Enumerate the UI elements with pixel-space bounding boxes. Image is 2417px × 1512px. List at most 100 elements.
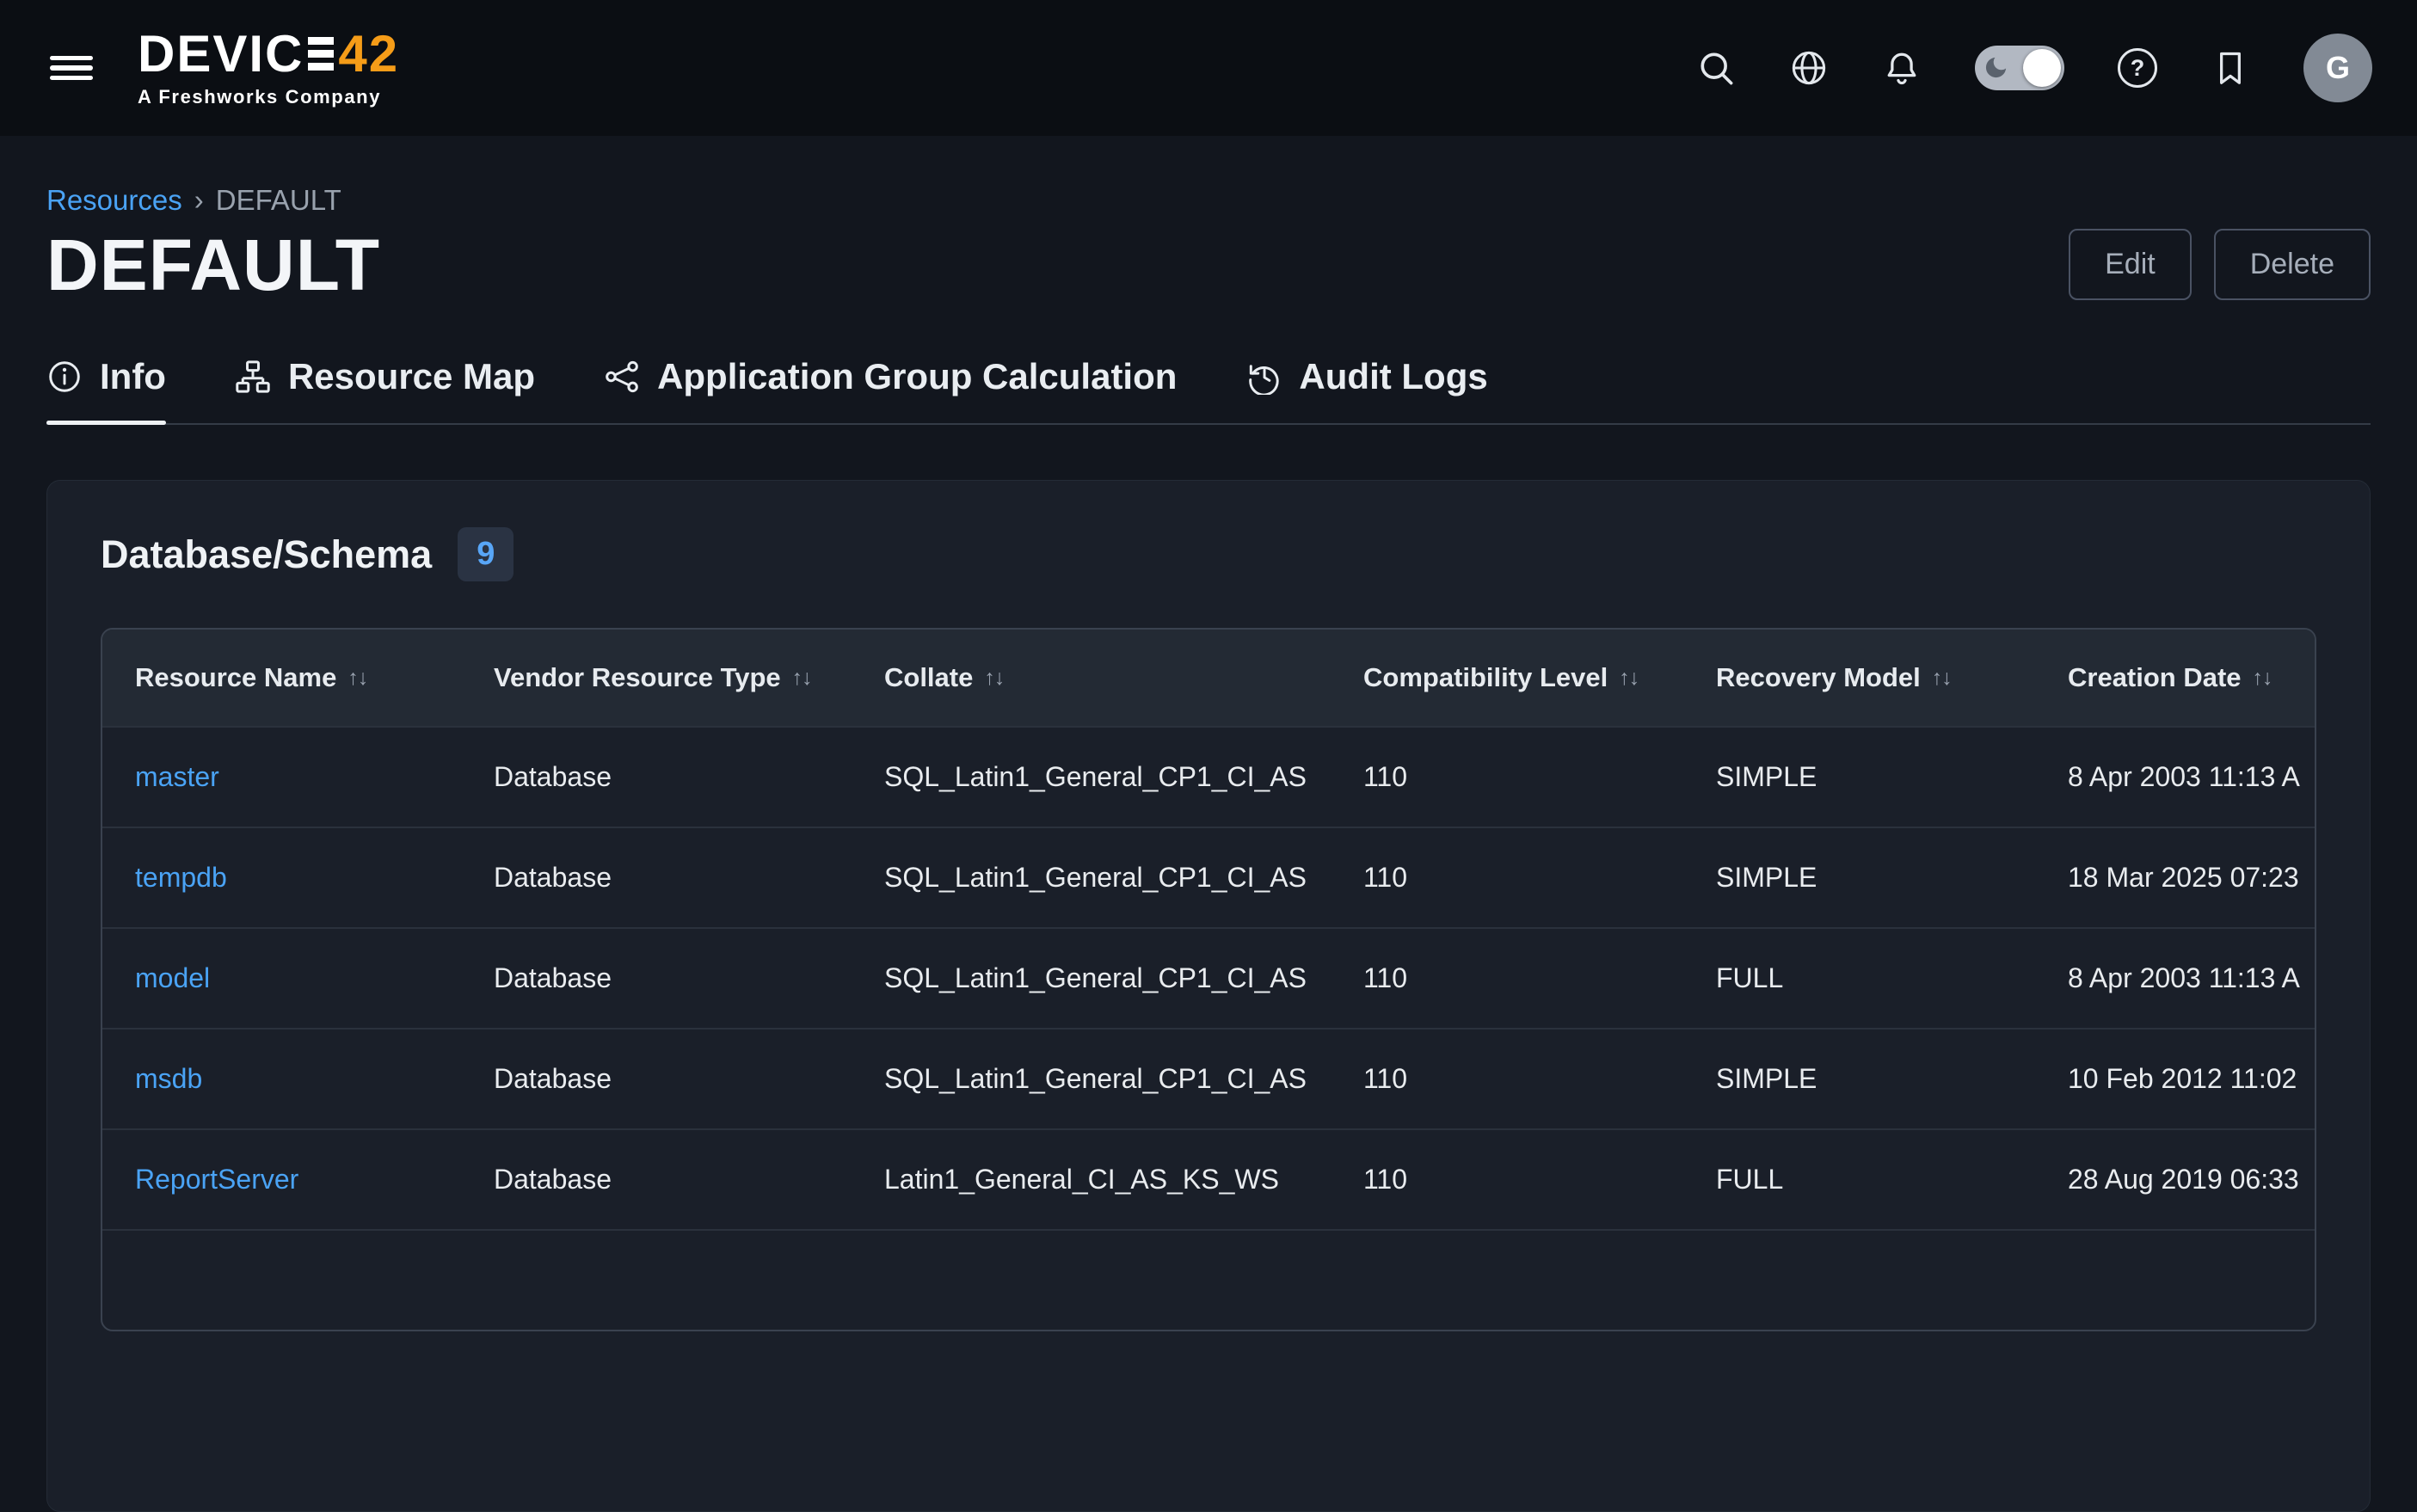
delete-button[interactable]: Delete bbox=[2214, 229, 2371, 300]
cell-compatibility-level: 110 bbox=[1363, 1063, 1716, 1095]
notifications-button[interactable] bbox=[1882, 48, 1922, 88]
cell-vendor-resource-type: Database bbox=[494, 1164, 884, 1195]
column-header-creation-date[interactable]: Creation Date ↑↓ bbox=[2068, 662, 2316, 693]
logo-e-bars-icon bbox=[308, 37, 334, 71]
cell-compatibility-level: 110 bbox=[1363, 1164, 1716, 1195]
edit-button[interactable]: Edit bbox=[2069, 229, 2192, 300]
column-header-resource-name[interactable]: Resource Name ↑↓ bbox=[102, 662, 494, 693]
sort-icon[interactable]: ↑↓ bbox=[984, 666, 1004, 691]
cell-resource-name: msdb bbox=[102, 1063, 494, 1095]
tab-audit-logs[interactable]: Audit Logs bbox=[1245, 356, 1487, 423]
cell-collate: Latin1_General_CI_AS_KS_WS bbox=[884, 1164, 1363, 1195]
resource-name-link[interactable]: master bbox=[135, 761, 219, 792]
device42-resource-page: { "colors": { "accent_orange": "#F59C18"… bbox=[0, 0, 2417, 1290]
question-mark-icon: ? bbox=[2131, 55, 2145, 82]
column-header-label: Vendor Resource Type bbox=[494, 662, 781, 693]
database-schema-card: Database/Schema 9 Resource Name ↑↓ Vendo… bbox=[46, 480, 2371, 1512]
column-header-label: Recovery Model bbox=[1716, 662, 1921, 693]
column-header-compatibility-level[interactable]: Compatibility Level ↑↓ bbox=[1363, 662, 1716, 693]
tab-application-group-calculation[interactable]: Application Group Calculation bbox=[604, 356, 1177, 423]
resource-name-link[interactable]: ReportServer bbox=[135, 1164, 298, 1195]
tab-application-group-calculation-label: Application Group Calculation bbox=[657, 356, 1177, 397]
bookmark-icon bbox=[2211, 48, 2250, 88]
table-container: Resource Name ↑↓ Vendor Resource Type ↑↓… bbox=[101, 628, 2316, 1331]
count-badge: 9 bbox=[458, 527, 514, 581]
bell-icon bbox=[1882, 48, 1922, 88]
breadcrumb-separator: › bbox=[194, 184, 204, 217]
navbar-right: ? G bbox=[1696, 34, 2372, 102]
navbar-left: DEVIC 42 A Freshworks Company bbox=[45, 28, 399, 108]
cell-creation-date: 28 Aug 2019 06:33 bbox=[2068, 1164, 2316, 1195]
cell-recovery-model: FULL bbox=[1716, 962, 2068, 994]
column-header-label: Creation Date bbox=[2068, 662, 2242, 693]
column-header-collate[interactable]: Collate ↑↓ bbox=[884, 662, 1363, 693]
tab-info[interactable]: Info bbox=[46, 356, 166, 423]
cell-recovery-model: SIMPLE bbox=[1716, 862, 2068, 894]
column-header-recovery-model[interactable]: Recovery Model ↑↓ bbox=[1716, 662, 2068, 693]
sort-icon[interactable]: ↑↓ bbox=[1619, 666, 1639, 691]
user-avatar[interactable]: G bbox=[2303, 34, 2372, 102]
cell-recovery-model: SIMPLE bbox=[1716, 761, 2068, 793]
breadcrumb-current: DEFAULT bbox=[216, 184, 341, 217]
cell-vendor-resource-type: Database bbox=[494, 761, 884, 793]
device42-logo[interactable]: DEVIC 42 A Freshworks Company bbox=[138, 28, 399, 108]
table-row-partial bbox=[102, 1229, 2316, 1330]
database-schema-table: Resource Name ↑↓ Vendor Resource Type ↑↓… bbox=[102, 630, 2316, 1330]
search-button[interactable] bbox=[1696, 48, 1736, 88]
menu-toggle-button[interactable] bbox=[45, 46, 98, 91]
tab-info-label: Info bbox=[100, 356, 166, 397]
logo-subtitle: A Freshworks Company bbox=[138, 86, 399, 108]
sort-icon[interactable]: ↑↓ bbox=[347, 666, 367, 691]
sort-icon[interactable]: ↑↓ bbox=[792, 666, 812, 691]
info-icon bbox=[46, 359, 83, 395]
page-title: DEFAULT bbox=[46, 227, 380, 303]
cell-resource-name: ReportServer bbox=[102, 1164, 494, 1195]
language-button[interactable] bbox=[1789, 48, 1829, 88]
cell-recovery-model: FULL bbox=[1716, 1164, 2068, 1195]
resource-name-link[interactable]: tempdb bbox=[135, 862, 227, 893]
sort-icon[interactable]: ↑↓ bbox=[1932, 666, 1952, 691]
cell-resource-name: tempdb bbox=[102, 862, 494, 894]
cell-resource-name: master bbox=[102, 761, 494, 793]
cell-vendor-resource-type: Database bbox=[494, 962, 884, 994]
logo-text-left: DEVIC bbox=[138, 28, 304, 80]
toggle-knob bbox=[2023, 49, 2061, 87]
cell-creation-date: 8 Apr 2003 11:13 A bbox=[2068, 962, 2316, 994]
cell-collate: SQL_Latin1_General_CP1_CI_AS bbox=[884, 862, 1363, 894]
dark-mode-toggle[interactable] bbox=[1975, 46, 2064, 90]
page-actions: Edit Delete bbox=[2069, 229, 2371, 300]
help-button[interactable]: ? bbox=[2118, 48, 2157, 88]
breadcrumb-link-resources[interactable]: Resources bbox=[46, 184, 182, 217]
cell-recovery-model: SIMPLE bbox=[1716, 1063, 2068, 1095]
moon-icon bbox=[1983, 54, 2009, 81]
network-icon bbox=[604, 359, 640, 395]
bookmarks-button[interactable] bbox=[2211, 48, 2250, 88]
tab-resource-map[interactable]: Resource Map bbox=[235, 356, 535, 423]
logo-text-accent: 42 bbox=[338, 28, 399, 80]
column-header-label: Compatibility Level bbox=[1363, 662, 1608, 693]
cell-collate: SQL_Latin1_General_CP1_CI_AS bbox=[884, 962, 1363, 994]
cell-creation-date: 18 Mar 2025 07:23 bbox=[2068, 862, 2316, 894]
cell-collate: SQL_Latin1_General_CP1_CI_AS bbox=[884, 761, 1363, 793]
table-header-row: Resource Name ↑↓ Vendor Resource Type ↑↓… bbox=[102, 630, 2316, 726]
tab-resource-map-label: Resource Map bbox=[288, 356, 535, 397]
breadcrumb: Resources › DEFAULT bbox=[46, 184, 2371, 217]
avatar-initial: G bbox=[2326, 50, 2350, 86]
card-title: Database/Schema bbox=[101, 532, 432, 577]
main-content: Resources › DEFAULT DEFAULT Edit Delete … bbox=[0, 184, 2417, 1512]
column-header-label: Collate bbox=[884, 662, 973, 693]
search-icon bbox=[1696, 48, 1736, 88]
resource-name-link[interactable]: model bbox=[135, 962, 210, 993]
column-header-vendor-resource-type[interactable]: Vendor Resource Type ↑↓ bbox=[494, 662, 884, 693]
globe-icon bbox=[1789, 48, 1829, 88]
sitemap-icon bbox=[235, 359, 271, 395]
table-row: tempdb Database SQL_Latin1_General_CP1_C… bbox=[102, 827, 2316, 927]
sort-icon[interactable]: ↑↓ bbox=[2253, 666, 2272, 691]
cell-creation-date: 8 Apr 2003 11:13 A bbox=[2068, 761, 2316, 793]
cell-compatibility-level: 110 bbox=[1363, 761, 1716, 793]
resource-name-link[interactable]: msdb bbox=[135, 1063, 202, 1094]
cell-compatibility-level: 110 bbox=[1363, 862, 1716, 894]
logo-wordmark: DEVIC 42 bbox=[138, 28, 399, 80]
tab-audit-logs-label: Audit Logs bbox=[1299, 356, 1487, 397]
cell-resource-name: model bbox=[102, 962, 494, 994]
